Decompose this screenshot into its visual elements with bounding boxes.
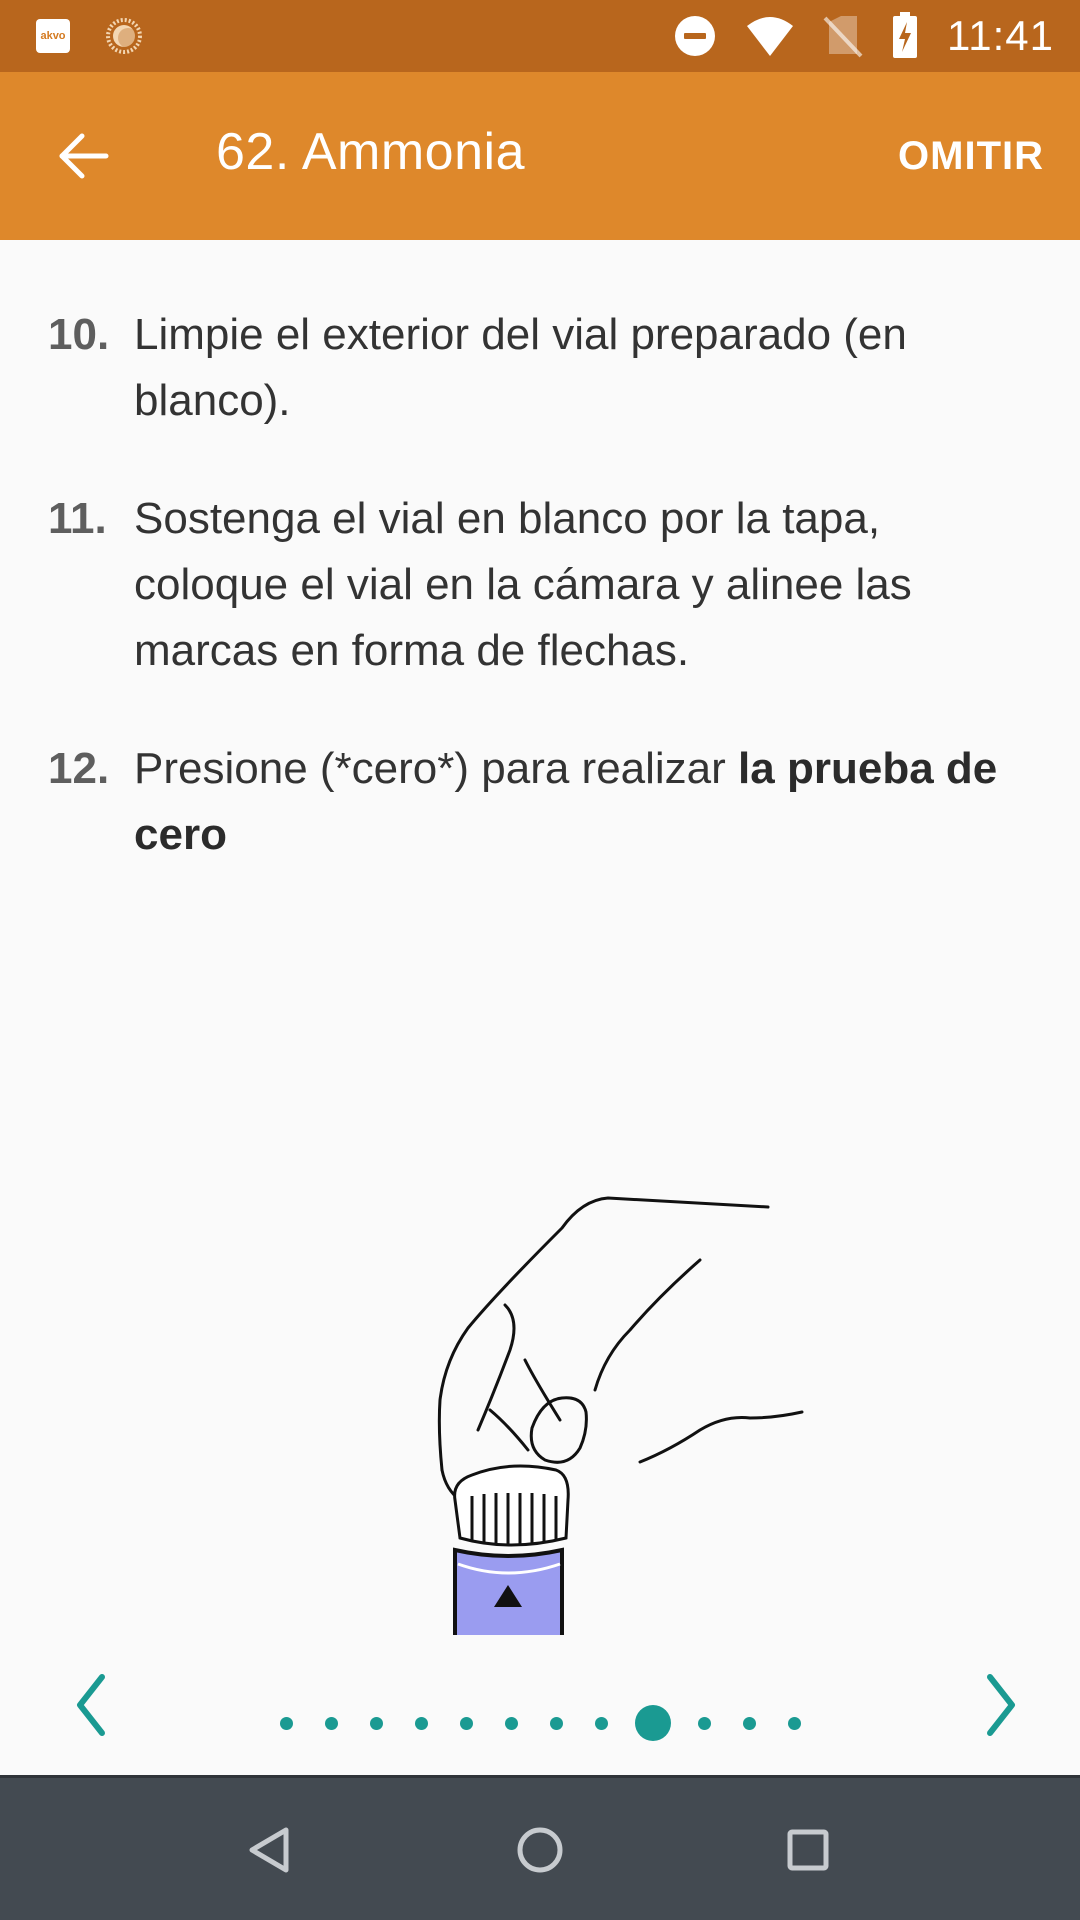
nav-recents-button[interactable] — [776, 1818, 840, 1882]
step-text-regular: Presione (*cero*) para realizar — [134, 744, 739, 793]
nav-recents-icon — [787, 1829, 829, 1871]
page-dots — [0, 1705, 1080, 1741]
sun-icon — [106, 18, 142, 54]
page-dot[interactable] — [549, 1716, 563, 1730]
akvo-logo-text: akvo — [40, 30, 66, 42]
page-dot[interactable] — [504, 1716, 518, 1730]
akvo-app-icon: akvo — [36, 19, 70, 53]
page-dot[interactable] — [697, 1716, 711, 1730]
page-dot[interactable] — [742, 1716, 756, 1730]
no-sim-icon — [823, 16, 863, 58]
instruction-steps: 10. Limpie el exterior del vial preparad… — [48, 302, 1008, 920]
page-indicator — [0, 1635, 1080, 1775]
step-number: 10. — [48, 310, 110, 359]
do-not-disturb-icon — [675, 16, 715, 56]
nav-back-button[interactable] — [238, 1818, 302, 1882]
step-text: Limpie el exterior del vial preparado (e… — [134, 310, 907, 425]
step-text: Sostenga el vial en blanco por la tapa, … — [134, 494, 912, 675]
step-number: 12. — [48, 744, 110, 793]
step-text: Presione (*cero*) para realizar la prueb… — [134, 736, 1008, 868]
status-right-icons: 11:41 — [673, 10, 1054, 62]
battery-charging-icon — [893, 12, 917, 58]
hand-holding-vial-illustration — [437, 1196, 804, 1635]
status-left-icons: akvo — [36, 16, 144, 56]
system-nav-bar — [0, 1775, 1080, 1920]
wifi-icon — [747, 17, 793, 56]
page-dot-active[interactable] — [634, 1705, 671, 1741]
next-page-button[interactable] — [972, 1665, 1032, 1745]
clock: 11:41 — [947, 12, 1054, 59]
skip-button[interactable]: OMITIR — [898, 134, 1044, 179]
page-dot[interactable] — [369, 1716, 383, 1730]
page-dot[interactable] — [279, 1716, 293, 1730]
page-dot[interactable] — [787, 1716, 801, 1730]
status-bar: akvo 11:41 — [0, 0, 1080, 72]
instruction-content: 10. Limpie el exterior del vial preparad… — [0, 240, 1080, 1635]
page-dot[interactable] — [594, 1716, 608, 1730]
nav-home-icon — [517, 1827, 563, 1873]
list-item: 10. Limpie el exterior del vial preparad… — [48, 302, 1008, 434]
chevron-right-icon — [987, 1674, 1015, 1736]
step-number: 11. — [48, 494, 107, 543]
arrow-back-icon — [59, 133, 109, 179]
page-dot[interactable] — [459, 1716, 473, 1730]
nav-back-icon — [249, 1827, 289, 1873]
list-item: 11. Sostenga el vial en blanco por la ta… — [48, 486, 1008, 684]
page-dot[interactable] — [324, 1716, 338, 1730]
page-title: 62. Ammonia — [216, 123, 525, 181]
back-button[interactable] — [56, 128, 112, 184]
page-dot[interactable] — [414, 1716, 428, 1730]
nav-home-button[interactable] — [508, 1818, 572, 1882]
list-item: 12. Presione (*cero*) para realizar la p… — [48, 736, 1008, 868]
app-bar: 62. Ammonia OMITIR — [0, 72, 1080, 240]
